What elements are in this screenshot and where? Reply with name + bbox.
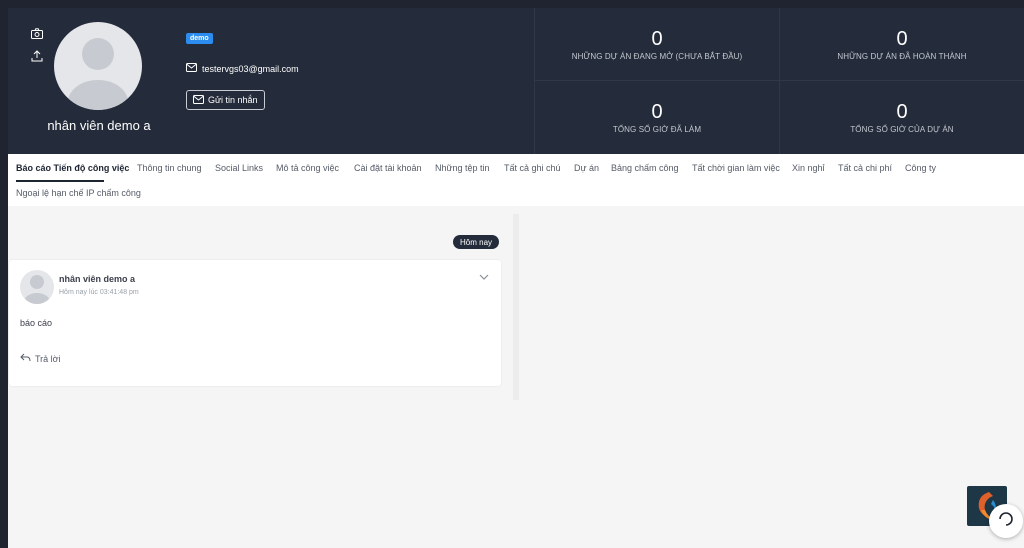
stat-value: 0 [651,27,663,50]
tab-account-settings[interactable]: Cài đặt tài khoản [354,163,422,173]
email-text: testervgs03@gmail.com [202,63,299,74]
tab-working-time[interactable]: Tất chời gian làm việc [692,163,780,173]
post-time: Hôm nay lúc 03:41:48 pm [59,289,139,296]
upload-icon[interactable] [30,49,44,63]
stat-value: 0 [651,101,663,123]
camera-icon[interactable] [30,26,44,40]
stat-project-hours: 0 TỔNG SỐ GIỜ CỦA DỰ ÁN [779,81,1024,154]
app-frame: nhân viên demo a demo testervgs03@gmail.… [8,8,1024,548]
tab-company[interactable]: Công ty [905,163,936,173]
column-divider [513,214,519,400]
profile-header: nhân viên demo a demo testervgs03@gmail.… [8,8,1024,154]
profile-avatar[interactable] [54,22,142,110]
email-row: testervgs03@gmail.com [186,63,299,74]
chevron-down-icon[interactable] [477,270,491,284]
tab-notes[interactable]: Tất cả ghi chú [504,163,561,173]
progress-report-post: nhân viên demo a Hôm nay lúc 03:41:48 pm… [9,260,501,386]
tab-job-description[interactable]: Mô tả công việc [276,163,339,173]
stat-completed-projects: 0 NHỮNG DỰ ÁN ĐÃ HOÀN THÀNH [779,8,1024,81]
tab-social-links[interactable]: Social Links [215,163,263,173]
tab-files[interactable]: Những tệp tin [435,163,490,173]
send-message-button[interactable]: Gửi tin nhắn [186,90,265,110]
chat-widget-button[interactable] [989,504,1023,538]
reply-button[interactable]: Trả lời [20,353,61,364]
post-body: báo cáo [20,318,53,328]
tab-leave[interactable]: Xin nghỉ [792,163,825,173]
chat-circle-icon [997,510,1015,533]
tab-general-info[interactable]: Thông tin chung [137,163,202,173]
mail-icon [193,94,204,106]
active-tab-indicator [16,180,104,182]
post-author[interactable]: nhân viên demo a [59,274,135,284]
tab-timesheet[interactable]: Bảng chấm công [611,163,679,173]
stat-label: NHỮNG DỰ ÁN ĐANG MỞ (CHƯA BẮT ĐẦU) [571,51,743,61]
author-avatar[interactable] [20,270,54,304]
reply-icon [20,353,31,364]
stat-label: NHỮNG DỰ ÁN ĐÃ HOÀN THÀNH [837,51,967,61]
stat-open-projects: 0 NHỮNG DỰ ÁN ĐANG MỞ (CHƯA BẮT ĐẦU) [534,8,779,81]
stat-hours-worked: 0 TỔNG SỐ GIỜ ĐÃ LÀM [534,81,779,154]
profile-name: nhân viên demo a [47,118,151,133]
send-message-label: Gửi tin nhắn [208,95,258,105]
tab-progress-report[interactable]: Báo cáo Tiến độ công việc [16,163,129,173]
stats-grid: 0 NHỮNG DỰ ÁN ĐANG MỞ (CHƯA BẮT ĐẦU) 0 N… [534,8,1024,154]
tab-ip-restriction[interactable]: Ngoại lệ hạn chế IP chấm công [16,188,141,198]
stat-label: TỔNG SỐ GIỜ ĐÃ LÀM [612,125,702,134]
mail-icon [186,63,197,74]
stat-label: TỔNG SỐ GIỜ CỦA DỰ ÁN [850,125,954,134]
role-badge: demo [186,33,213,44]
profile-tabs: Báo cáo Tiến độ công việc Thông tin chun… [8,154,1024,206]
stat-value: 0 [896,27,908,50]
tab-projects[interactable]: Dự án [574,163,599,173]
stat-value: 0 [896,101,908,123]
today-label: Hôm nay [453,235,500,249]
reply-label: Trả lời [35,353,61,364]
tab-expenses[interactable]: Tất cả chi phí [838,163,892,173]
